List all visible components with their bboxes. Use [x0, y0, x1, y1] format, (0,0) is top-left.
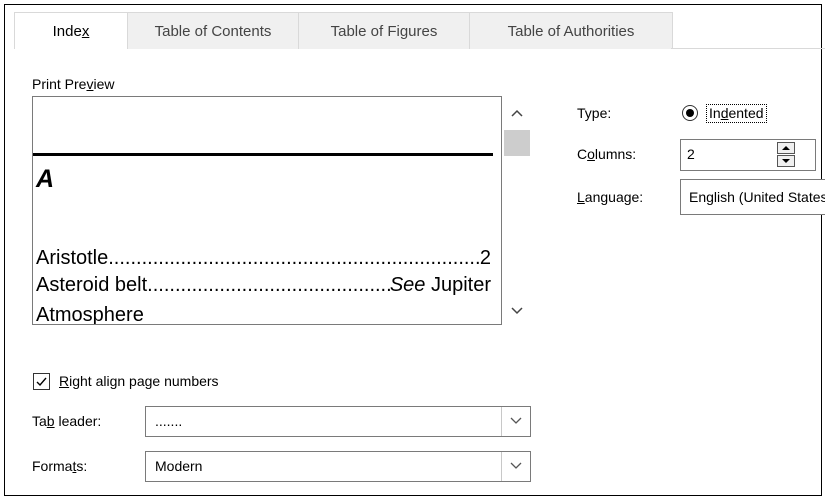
preview-heading-letter: A [36, 165, 55, 193]
tab-table-of-authorities-label: Table of Authorities [507, 23, 635, 40]
columns-spinner[interactable]: 2 [680, 139, 816, 171]
language-value: English (United States) [689, 189, 825, 205]
preview-entry-aristotle: Aristotle 2 [36, 247, 491, 270]
spin-down-icon[interactable] [777, 155, 795, 167]
indented-radio-label[interactable]: Indented [706, 104, 767, 123]
right-align-label[interactable]: Right align page numbers [59, 373, 219, 389]
language-dropdown[interactable]: English (United States) [680, 179, 825, 215]
preview-heading-rule [33, 153, 493, 156]
chevron-up-icon[interactable] [502, 104, 532, 120]
right-align-checkbox[interactable] [33, 373, 50, 390]
preview-entry-leader [108, 247, 480, 270]
tab-table-of-figures-label: Table of Figures [330, 23, 438, 40]
preview-see-target: Jupiter [425, 274, 491, 296]
preview-see-text: See [389, 274, 426, 296]
preview-entry-page: See Jupiter [390, 274, 491, 297]
tab-table-of-figures[interactable]: Table of Figures [298, 12, 470, 49]
preview-entry-name: Aristotle [36, 247, 109, 269]
preview-entry-leader [147, 274, 390, 297]
preview-scroll-thumb[interactable] [504, 130, 530, 156]
tab-table-of-contents-label: Table of Contents [154, 23, 272, 40]
tab-bar: Index Table of Contents Table of Figures… [14, 12, 673, 49]
preview-entry-name: Asteroid belt [36, 274, 148, 296]
type-label: Type: [577, 105, 612, 121]
checkmark-icon [36, 377, 47, 387]
columns-spin-buttons [777, 142, 795, 168]
formats-dropdown-button[interactable] [501, 452, 530, 481]
preview-entry-name: Atmosphere [36, 304, 144, 325]
tab-leader-label: Tab leader: [32, 413, 102, 429]
chevron-down-icon[interactable] [502, 302, 532, 318]
tab-index-label: Inde [52, 23, 82, 40]
chevron-down-icon [510, 417, 522, 424]
preview-entry-atmosphere: Atmosphere [36, 304, 491, 325]
language-label: Language: [577, 189, 644, 205]
tab-leader-dropdown-button[interactable] [501, 407, 530, 436]
print-preview-label: Print Preview [32, 76, 115, 92]
columns-value[interactable]: 2 [687, 146, 695, 162]
chevron-down-icon [510, 462, 522, 469]
print-preview-box: A Aristotle 2 Asteroid belt See Jupiter … [32, 96, 502, 325]
tab-index-accelerator: x [81, 23, 90, 40]
preview-entry-asteroid-belt: Asteroid belt See Jupiter [36, 274, 491, 297]
spin-up-icon[interactable] [777, 142, 795, 154]
tab-index[interactable]: Index [14, 12, 128, 49]
indented-radio[interactable] [682, 105, 698, 121]
tab-leader-value: ....... [155, 413, 183, 429]
tab-table-of-contents[interactable]: Table of Contents [127, 12, 299, 49]
preview-scrollbar[interactable] [502, 96, 532, 325]
tab-leader-dropdown[interactable]: ....... [145, 406, 531, 437]
tab-table-of-authorities[interactable]: Table of Authorities [469, 12, 673, 49]
formats-dropdown[interactable]: Modern [145, 451, 531, 482]
formats-value: Modern [155, 458, 203, 474]
radio-selected-dot [686, 109, 694, 117]
preview-entry-page: 2 [479, 247, 491, 269]
formats-label: Formats: [32, 458, 88, 474]
columns-label: Columns: [577, 146, 637, 162]
tab-divider [671, 48, 825, 49]
